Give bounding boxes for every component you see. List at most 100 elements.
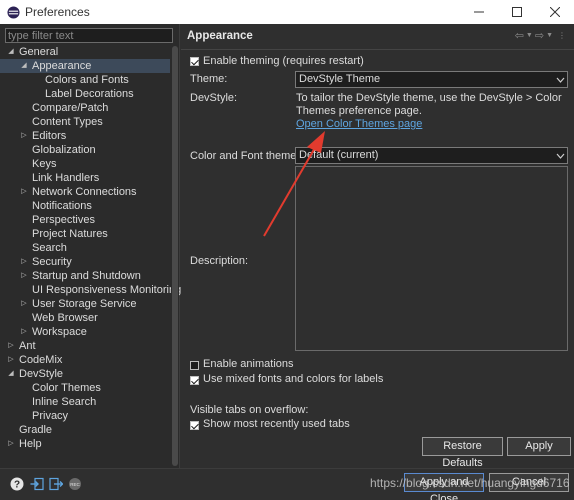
restore-defaults-button[interactable]: Restore Defaults xyxy=(422,437,503,469)
enable-theming-checkbox[interactable] xyxy=(190,57,199,66)
tree-item-label: Content Types xyxy=(32,116,103,128)
tree-item-label: Appearance xyxy=(32,60,92,72)
description-label: Description: xyxy=(190,255,249,267)
maximize-button[interactable] xyxy=(498,0,536,24)
tree-item-label: Gradle xyxy=(19,424,53,436)
tree-item[interactable]: Compare/Patch xyxy=(0,101,170,115)
tree-item[interactable]: Gradle xyxy=(0,423,170,437)
tree-item[interactable]: ▷ User Storage Service xyxy=(0,297,170,311)
tree-item-label: Web Browser xyxy=(32,312,98,324)
tree-item[interactable]: ▷ Editors xyxy=(0,129,170,143)
tree-item[interactable]: Web Browser xyxy=(0,311,170,325)
tree-item[interactable]: ▷ Startup and Shutdown xyxy=(0,269,170,283)
tree-item[interactable]: ▷ Workspace xyxy=(0,325,170,339)
theme-select[interactable]: DevStyle Theme xyxy=(295,71,568,88)
tree-item-label: Workspace xyxy=(32,326,87,338)
tree-item[interactable]: ▷ Ant xyxy=(0,339,170,353)
page-nav: ⇦ ▼ ⇨ ▼ ⋮ xyxy=(515,29,566,42)
description-box xyxy=(295,166,568,351)
close-button[interactable] xyxy=(536,0,574,24)
back-arrow-icon[interactable]: ⇦ xyxy=(515,29,524,42)
tree-item[interactable]: Globalization xyxy=(0,143,170,157)
expanded-arrow-icon[interactable]: ◢ xyxy=(7,45,15,59)
color-font-theme-select[interactable]: Default (current) xyxy=(295,147,568,164)
tree-item[interactable]: Search xyxy=(0,241,170,255)
tree-scrollbar-thumb[interactable] xyxy=(172,46,178,466)
tree-scrollbar[interactable] xyxy=(171,44,179,468)
devstyle-label: DevStyle: xyxy=(190,92,238,104)
tree-item-label: Editors xyxy=(32,130,67,142)
collapsed-arrow-icon[interactable]: ▷ xyxy=(20,269,28,283)
tree-item-label: CodeMix xyxy=(19,354,63,366)
tree-item[interactable]: ▷ Security xyxy=(0,255,170,269)
collapsed-arrow-icon[interactable]: ▷ xyxy=(7,437,15,451)
tree-item[interactable]: ◢ DevStyle xyxy=(0,367,170,381)
tree-item[interactable]: Inline Search xyxy=(0,395,170,409)
tree-item-label: Security xyxy=(32,256,72,268)
import-icon[interactable] xyxy=(30,477,44,491)
tree-item[interactable]: Label Decorations xyxy=(0,87,170,101)
back-dropdown-icon[interactable]: ▼ xyxy=(526,32,533,42)
tree-item[interactable]: ◢ Appearance xyxy=(0,59,170,73)
tree-item[interactable]: ▷ Help xyxy=(0,437,170,451)
chevron-down-icon xyxy=(553,148,567,163)
tree-item[interactable]: Notifications xyxy=(0,199,170,213)
tree-item-label: Project Natures xyxy=(32,228,108,240)
tree-item-label: Network Connections xyxy=(32,186,137,198)
tree-item[interactable]: Keys xyxy=(0,157,170,171)
tree-item[interactable]: Privacy xyxy=(0,409,170,423)
view-menu-icon[interactable]: ⋮ xyxy=(558,31,566,42)
devstyle-description-line-1: To tailor the DevStyle theme, use the De… xyxy=(296,92,562,104)
tree-item-label: Startup and Shutdown xyxy=(32,270,141,282)
collapsed-arrow-icon[interactable]: ▷ xyxy=(20,297,28,311)
filter-input[interactable] xyxy=(5,28,173,43)
tree-item[interactable]: ◢ General xyxy=(0,45,170,59)
mixed-fonts-checkbox[interactable] xyxy=(190,376,199,385)
tree-item-label: Label Decorations xyxy=(45,88,134,100)
collapsed-arrow-icon[interactable]: ▷ xyxy=(20,255,28,269)
export-icon[interactable] xyxy=(49,477,63,491)
close-icon xyxy=(550,7,560,17)
collapsed-arrow-icon[interactable]: ▷ xyxy=(20,129,28,143)
preferences-nav-panel: ◢General◢AppearanceColors and FontsLabel… xyxy=(0,24,181,468)
show-recent-tabs-label: Show most recently used tabs xyxy=(203,418,350,430)
tree-item[interactable]: ▷ Network Connections xyxy=(0,185,170,199)
tree-item-label: UI Responsiveness Monitoring xyxy=(32,284,182,296)
page-header: Appearance ⇦ ▼ ⇨ ▼ ⋮ xyxy=(181,24,574,50)
expanded-arrow-icon[interactable]: ◢ xyxy=(20,59,28,73)
show-recent-tabs-checkbox[interactable] xyxy=(190,421,199,430)
color-font-theme-label: Color and Font theme: xyxy=(190,150,300,162)
enable-animations-checkbox[interactable] xyxy=(190,361,199,370)
visible-tabs-label: Visible tabs on overflow: xyxy=(190,404,309,416)
svg-text:REC: REC xyxy=(70,482,80,487)
enable-animations-label: Enable animations xyxy=(203,358,294,370)
help-icon[interactable]: ? xyxy=(10,477,24,491)
minimize-button[interactable] xyxy=(460,0,498,24)
title-bar: Preferences xyxy=(0,0,574,24)
tree-item[interactable]: Project Natures xyxy=(0,227,170,241)
theme-label: Theme: xyxy=(190,73,228,85)
tree-item[interactable]: Perspectives xyxy=(0,213,170,227)
expanded-arrow-icon[interactable]: ◢ xyxy=(7,367,15,381)
maximize-icon xyxy=(512,7,522,17)
apply-button[interactable]: Apply xyxy=(507,437,571,456)
mixed-fonts-label: Use mixed fonts and colors for labels xyxy=(203,373,384,385)
collapsed-arrow-icon[interactable]: ▷ xyxy=(20,185,28,199)
open-color-themes-link[interactable]: Open Color Themes page xyxy=(296,118,422,130)
collapsed-arrow-icon[interactable]: ▷ xyxy=(7,339,15,353)
tree-item[interactable]: UI Responsiveness Monitoring xyxy=(0,283,181,297)
tree-item-label: Search xyxy=(32,242,67,254)
record-icon[interactable]: REC xyxy=(68,477,82,491)
forward-arrow-icon[interactable]: ⇨ xyxy=(535,29,544,42)
collapsed-arrow-icon[interactable]: ▷ xyxy=(7,353,15,367)
tree-item-label: User Storage Service xyxy=(32,298,137,310)
collapsed-arrow-icon[interactable]: ▷ xyxy=(20,325,28,339)
forward-dropdown-icon[interactable]: ▼ xyxy=(546,32,553,42)
tree-item[interactable]: Link Handlers xyxy=(0,171,170,185)
tree-item[interactable]: Content Types xyxy=(0,115,170,129)
tree-item-label: General xyxy=(19,46,59,58)
tree-item[interactable]: Color Themes xyxy=(0,381,170,395)
tree-item-label: DevStyle xyxy=(19,368,64,380)
tree-item[interactable]: Colors and Fonts xyxy=(0,73,170,87)
tree-item[interactable]: ▷ CodeMix xyxy=(0,353,170,367)
